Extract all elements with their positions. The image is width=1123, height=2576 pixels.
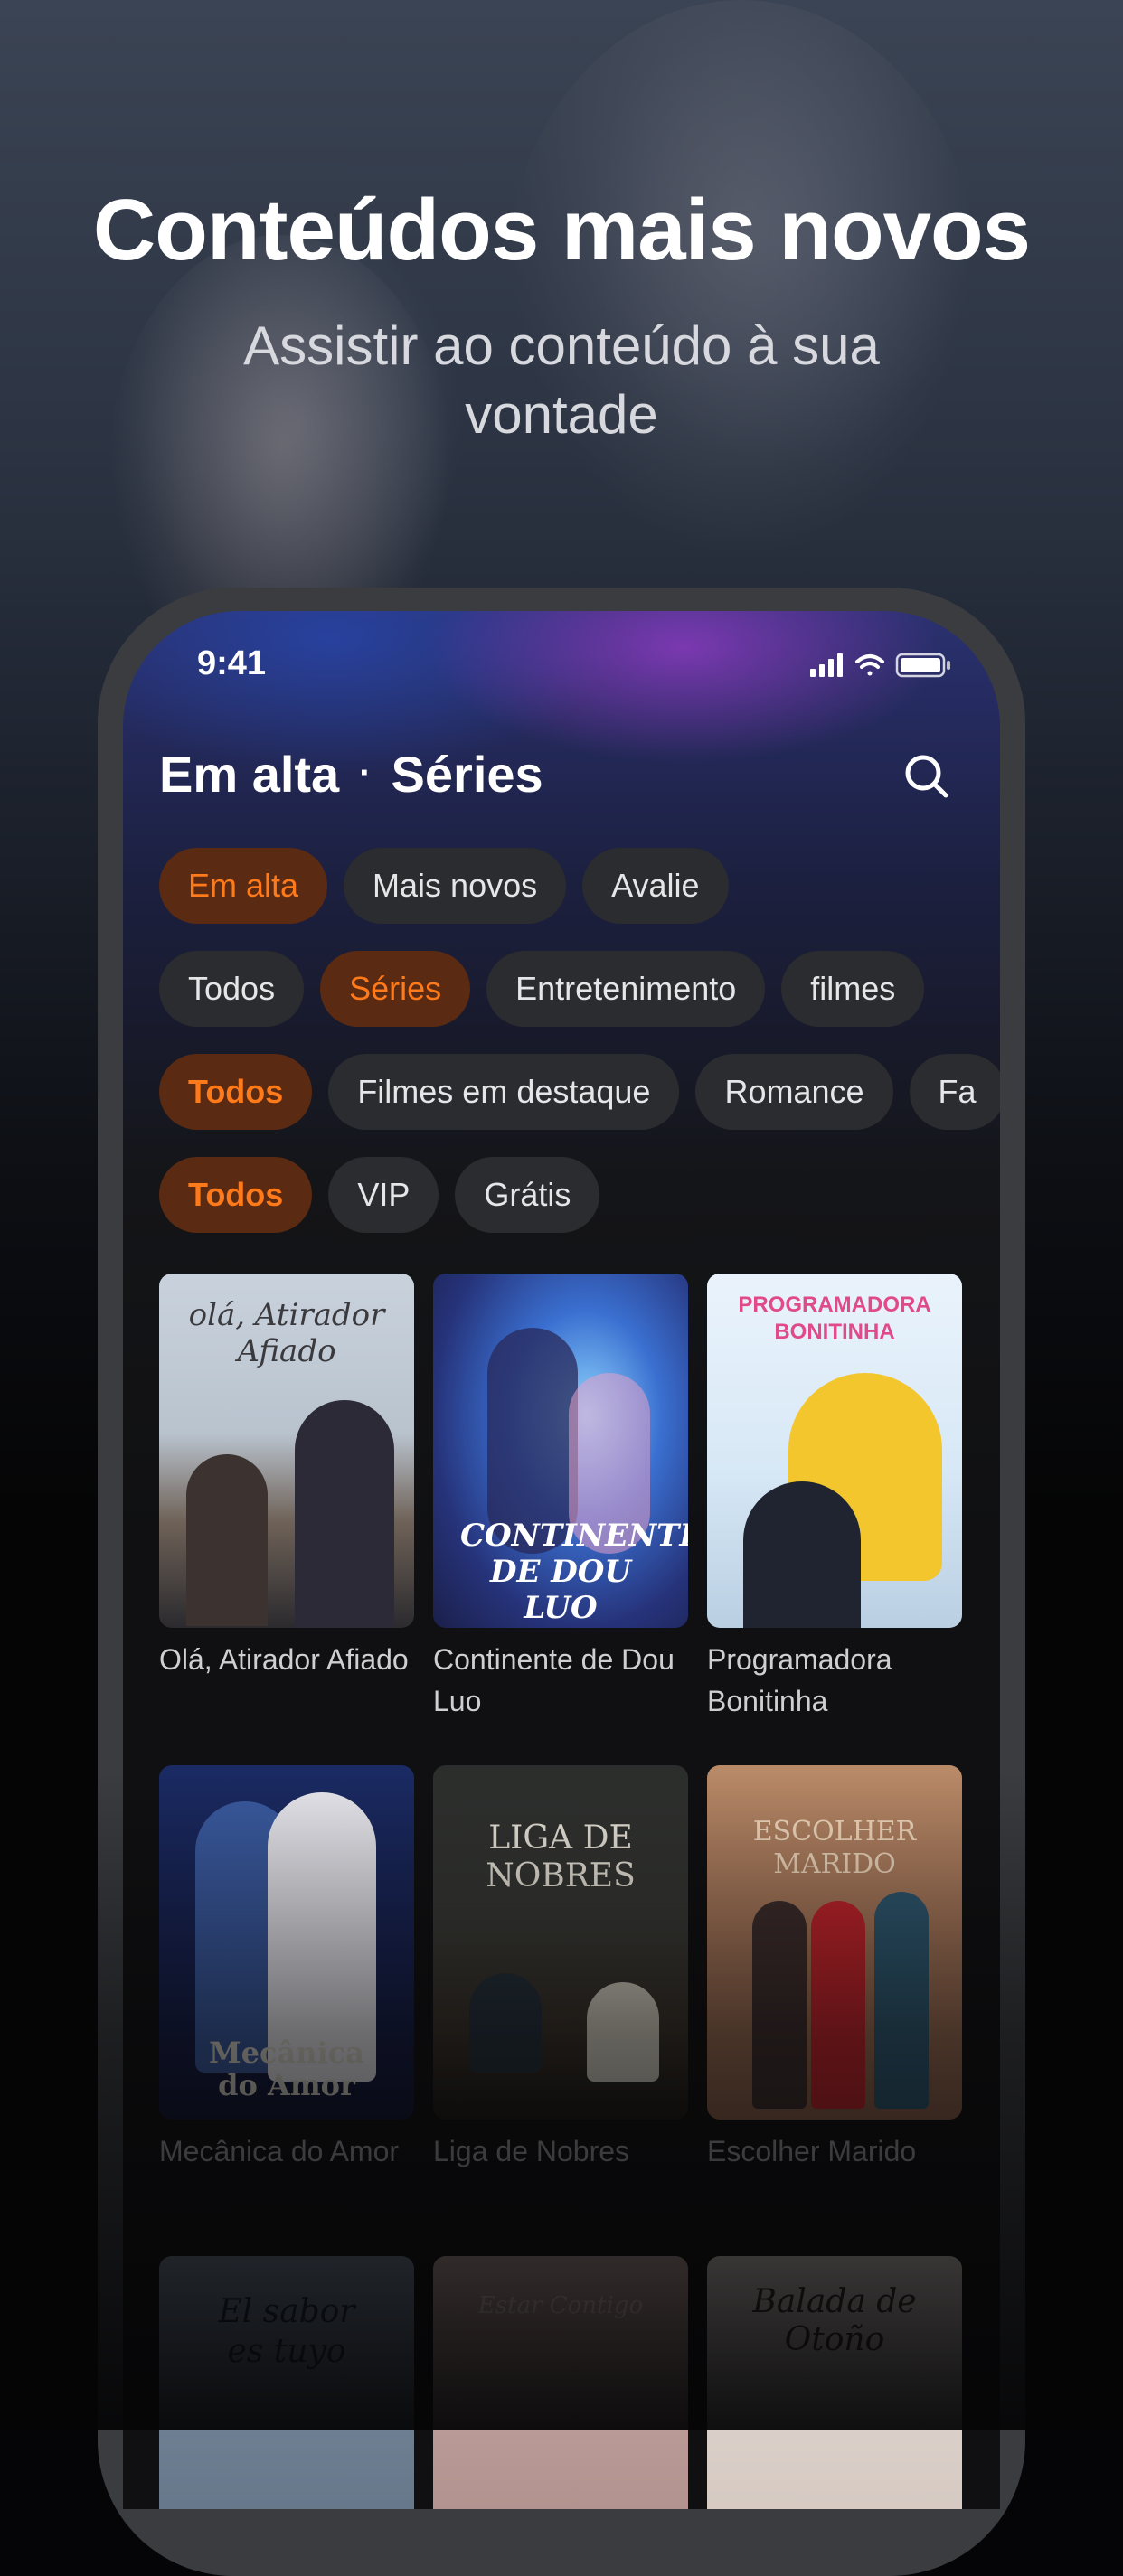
- background-figure-man: [506, 0, 977, 560]
- poster-figure: [295, 1400, 394, 1628]
- chip-gratis[interactable]: Grátis: [455, 1157, 600, 1233]
- card-continente-de-dou-luo[interactable]: CONTINENTE DE DOU LUO Continente de Dou …: [433, 1274, 688, 1722]
- status-time: 9:41: [197, 644, 267, 682]
- status-bar: 9:41: [123, 611, 1000, 719]
- poster-figure: [743, 1481, 861, 1628]
- chip-todos-access[interactable]: Todos: [159, 1157, 313, 1233]
- poster-figure: [874, 1892, 929, 2109]
- card-estar-contigo[interactable]: Estar Contigo: [433, 2256, 688, 2509]
- filter-row-sort: Em alta Mais novos Avalie: [159, 848, 745, 924]
- poster-title-text: olá, Atirador Afiado: [188, 1297, 385, 1369]
- chip-vip[interactable]: VIP: [328, 1157, 439, 1233]
- poster-image[interactable]: ESCOLHER MARIDO: [707, 1765, 962, 2120]
- page-title: Em alta · Séries: [159, 745, 543, 804]
- chip-entretenimento[interactable]: Entretenimento: [486, 951, 766, 1027]
- chip-todos-type[interactable]: Todos: [159, 951, 305, 1027]
- filter-row-genre: Todos Filmes em destaque Romance Fa: [159, 1054, 1000, 1130]
- chip-filmes-em-destaque[interactable]: Filmes em destaque: [328, 1054, 680, 1130]
- card-title: Escolher Marido: [707, 2135, 917, 2167]
- poster-image[interactable]: CONTINENTE DE DOU LUO: [433, 1274, 688, 1628]
- card-el-sabor-es-tuyo[interactable]: El sabor es tuyo: [159, 2256, 414, 2509]
- hero-title: Conteúdos mais novos: [92, 182, 1031, 278]
- battery-icon: [895, 653, 950, 678]
- filter-row-access: Todos VIP Grátis: [159, 1157, 616, 1233]
- poster-title-text: Mecânica do Amor: [209, 2035, 364, 2102]
- poster-image[interactable]: El sabor es tuyo: [159, 2256, 414, 2509]
- tab-series[interactable]: Séries: [392, 746, 543, 803]
- poster-figure: [811, 1901, 865, 2109]
- card-liga-de-nobres[interactable]: LIGA DE NOBRES Liga de Nobres: [433, 1765, 688, 2172]
- poster-figure: [587, 1982, 659, 2082]
- poster-title-text: ESCOLHER MARIDO: [752, 1816, 917, 1880]
- chip-mais-novos[interactable]: Mais novos: [344, 848, 567, 924]
- poster-image[interactable]: Balada de Otoño: [707, 2256, 962, 2509]
- signal-icon: [810, 653, 843, 677]
- poster-title-text: Balada de Otoño: [752, 2283, 917, 2358]
- poster-title-text: El sabor es tuyo: [218, 2293, 355, 2370]
- poster-image[interactable]: Mecânica do Amor: [159, 1765, 414, 2120]
- card-title: Programadora Bonitinha: [707, 1643, 892, 1717]
- card-escolher-marido[interactable]: ESCOLHER MARIDO Escolher Marido: [707, 1765, 962, 2172]
- poster-image[interactable]: olá, Atirador Afiado: [159, 1274, 414, 1628]
- search-icon[interactable]: [899, 748, 953, 803]
- status-icons: [810, 653, 950, 678]
- tab-em-alta[interactable]: Em alta: [159, 746, 339, 803]
- card-title: Olá, Atirador Afiado: [159, 1643, 409, 1676]
- hero-subtitle: Assistir ao conteúdo à sua vontade: [243, 315, 880, 445]
- card-programadora-bonitinha[interactable]: PROGRAMADORA BONITINHA Programadora Boni…: [707, 1274, 962, 1722]
- poster-title-text: LIGA DE NOBRES: [486, 1819, 636, 1894]
- card-title: Mecânica do Amor: [159, 2135, 400, 2167]
- chip-romance[interactable]: Romance: [695, 1054, 893, 1130]
- chip-todos-genre[interactable]: Todos: [159, 1054, 313, 1130]
- poster-title-text: PROGRAMADORA BONITINHA: [738, 1293, 931, 1344]
- poster-figure: [752, 1901, 807, 2109]
- poster-image[interactable]: Estar Contigo: [433, 2256, 688, 2509]
- chip-avalie[interactable]: Avalie: [582, 848, 729, 924]
- chip-fa-partial[interactable]: Fa: [909, 1054, 1000, 1130]
- poster-figure: [469, 1973, 542, 2073]
- chip-em-alta[interactable]: Em alta: [159, 848, 328, 924]
- title-separator: ·: [359, 752, 372, 793]
- chip-series[interactable]: Séries: [320, 951, 471, 1027]
- phone-screen: 9:41 Em alta · Séries Em alta Mais novos…: [123, 611, 1000, 2509]
- card-mecanica-do-amor[interactable]: Mecânica do Amor Mecânica do Amor: [159, 1765, 414, 2172]
- filter-row-type: Todos Séries Entretenimento filmes: [159, 951, 940, 1027]
- card-ola-atirador-afiado[interactable]: olá, Atirador Afiado Olá, Atirador Afiad…: [159, 1274, 414, 1680]
- poster-image[interactable]: LIGA DE NOBRES: [433, 1765, 688, 2120]
- card-title: Liga de Nobres: [433, 2135, 630, 2167]
- poster-figure: [186, 1454, 268, 1626]
- chip-filmes[interactable]: filmes: [781, 951, 925, 1027]
- poster-title-text: CONTINENTE DE DOU LUO: [460, 1518, 688, 1626]
- card-balada-de-otono[interactable]: Balada de Otoño: [707, 2256, 962, 2509]
- poster-title-text: Estar Contigo: [477, 2292, 644, 2319]
- poster-image[interactable]: PROGRAMADORA BONITINHA: [707, 1274, 962, 1628]
- wifi-icon: [855, 654, 884, 676]
- card-title: Continente de Dou Luo: [433, 1643, 675, 1717]
